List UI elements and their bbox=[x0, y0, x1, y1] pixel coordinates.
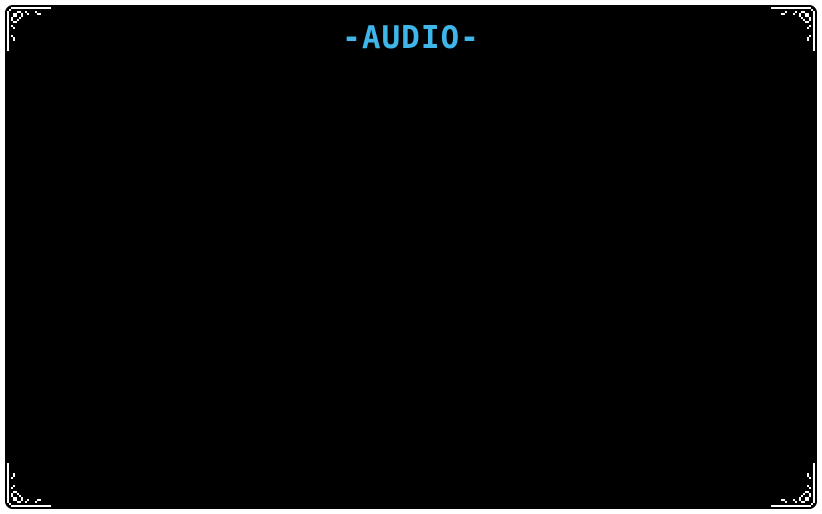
audio-settings-area bbox=[25, 75, 797, 489]
corner-ornament-top-left-icon bbox=[5, 5, 53, 53]
audio-menu-panel: -AUDIO- bbox=[3, 3, 819, 511]
corner-ornament-top-right-icon bbox=[769, 5, 817, 53]
menu-title: -AUDIO- bbox=[342, 20, 480, 56]
